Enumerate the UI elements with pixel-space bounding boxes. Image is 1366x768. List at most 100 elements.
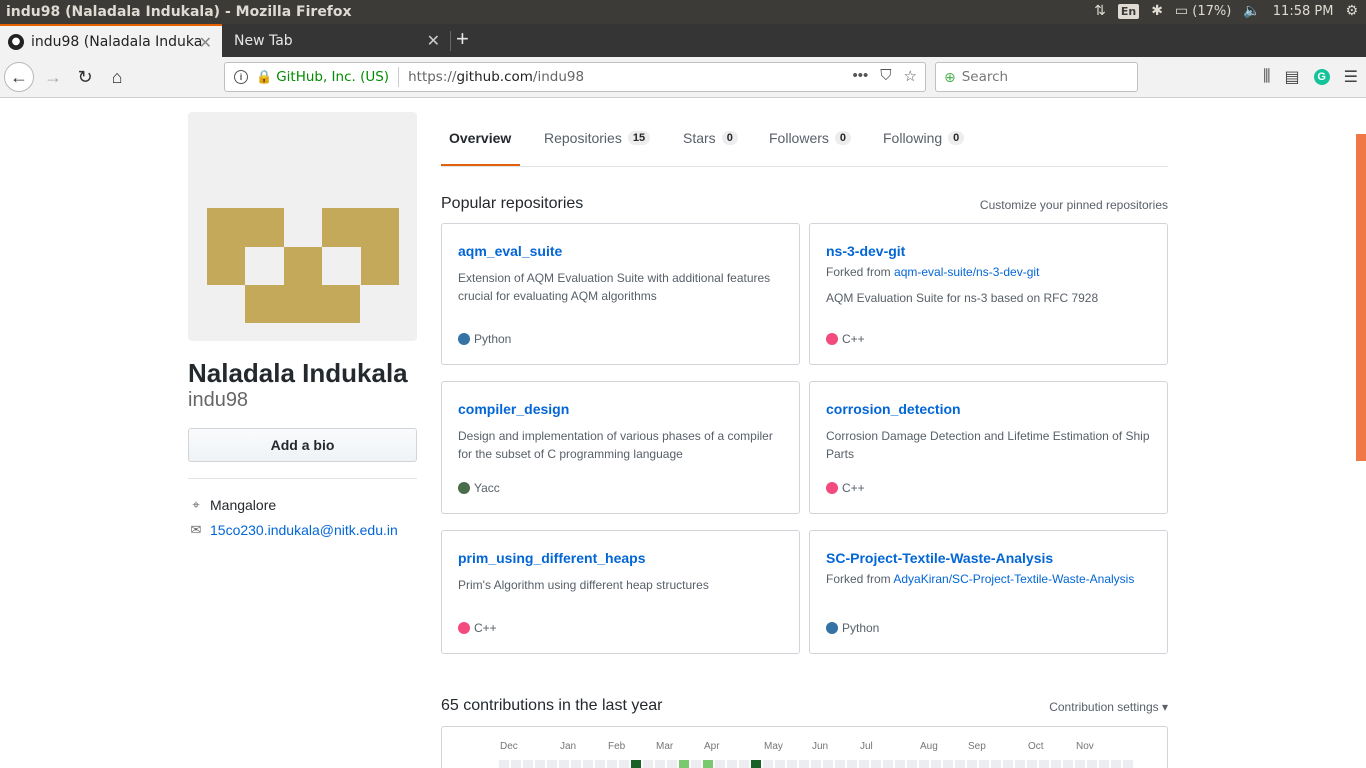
contribution-day-cell[interactable] xyxy=(763,760,773,768)
fork-source-link[interactable]: aqm-eval-suite/ns-3-dev-git xyxy=(894,265,1039,279)
customize-pinned-link[interactable]: Customize your pinned repositories xyxy=(980,198,1168,212)
tab-overview[interactable]: Overview xyxy=(449,130,511,146)
contribution-day-cell[interactable] xyxy=(991,760,1001,768)
contribution-day-cell[interactable] xyxy=(907,760,917,768)
contribution-day-cell[interactable] xyxy=(499,760,509,768)
contribution-day-cell[interactable] xyxy=(595,760,605,768)
contribution-day-cell[interactable] xyxy=(1087,760,1097,768)
contribution-day-cell[interactable] xyxy=(559,760,569,768)
repo-name-link[interactable]: aqm_eval_suite xyxy=(458,243,783,259)
back-arrow-icon[interactable]: ← xyxy=(4,62,34,92)
contribution-day-cell[interactable] xyxy=(979,760,989,768)
reload-icon[interactable]: ↻ xyxy=(70,62,100,92)
lock-icon[interactable]: 🔒 xyxy=(256,69,272,85)
contribution-day-cell[interactable] xyxy=(1099,760,1109,768)
bluetooth-icon[interactable]: ✱ xyxy=(1151,3,1163,19)
contribution-day-cell[interactable] xyxy=(967,760,977,768)
contribution-day-cell[interactable] xyxy=(691,760,701,768)
battery-indicator[interactable]: ▭ (17%) xyxy=(1175,3,1231,19)
tab-stars[interactable]: Stars 0 xyxy=(683,130,738,146)
volume-muted-icon[interactable]: 🔈 xyxy=(1243,3,1260,19)
contribution-settings-dropdown[interactable]: Contribution settings ▾ xyxy=(1049,700,1168,714)
search-box[interactable]: ⊕ xyxy=(935,62,1138,92)
email-link[interactable]: 15co230.indukala@nitk.edu.in xyxy=(210,522,398,538)
contribution-day-cell[interactable] xyxy=(895,760,905,768)
add-bio-button[interactable]: Add a bio xyxy=(188,428,417,462)
contribution-day-cell[interactable] xyxy=(631,760,641,768)
contribution-day-cell[interactable] xyxy=(751,760,761,768)
repo-name-link[interactable]: SC-Project-Textile-Waste-Analysis xyxy=(826,550,1151,566)
contribution-day-cell[interactable] xyxy=(583,760,593,768)
contribution-day-cell[interactable] xyxy=(871,760,881,768)
contribution-day-cell[interactable] xyxy=(715,760,725,768)
contribution-day-cell[interactable] xyxy=(535,760,545,768)
contribution-day-cell[interactable] xyxy=(655,760,665,768)
tab-new-tab[interactable]: New Tab ✕ xyxy=(222,24,450,57)
sidebar-icon[interactable]: ▤ xyxy=(1285,67,1300,87)
tab-github-profile[interactable]: ● indu98 (Naladala Induka ✕ xyxy=(0,24,222,57)
address-bar[interactable]: i 🔒 GitHub, Inc. (US) https://github.com… xyxy=(224,62,926,92)
contribution-day-cell[interactable] xyxy=(883,760,893,768)
more-actions-icon[interactable]: ••• xyxy=(853,67,869,85)
contribution-day-cell[interactable] xyxy=(523,760,533,768)
contribution-day-cell[interactable] xyxy=(1027,760,1037,768)
contribution-day-cell[interactable] xyxy=(859,760,869,768)
contribution-day-cell[interactable] xyxy=(619,760,629,768)
contribution-day-cell[interactable] xyxy=(679,760,689,768)
scrollbar-thumb[interactable] xyxy=(1356,134,1366,461)
hamburger-menu-icon[interactable]: ☰ xyxy=(1344,67,1358,87)
repo-name-link[interactable]: corrosion_detection xyxy=(826,401,1151,417)
contribution-day-cell[interactable] xyxy=(835,760,845,768)
avatar[interactable] xyxy=(188,112,417,341)
contribution-day-cell[interactable] xyxy=(547,760,557,768)
close-tab-icon[interactable]: ✕ xyxy=(199,33,212,52)
contribution-day-cell[interactable] xyxy=(643,760,653,768)
contribution-day-cell[interactable] xyxy=(571,760,581,768)
contribution-day-cell[interactable] xyxy=(727,760,737,768)
contribution-day-cell[interactable] xyxy=(1063,760,1073,768)
grammarly-extension-icon[interactable]: G xyxy=(1313,69,1330,85)
contribution-day-cell[interactable] xyxy=(1039,760,1049,768)
contribution-day-cell[interactable] xyxy=(1051,760,1061,768)
network-icon[interactable]: ⇅ xyxy=(1094,3,1106,19)
site-identity[interactable]: GitHub, Inc. (US) xyxy=(276,69,389,85)
tab-repositories[interactable]: Repositories 15 xyxy=(544,130,651,146)
contribution-day-cell[interactable] xyxy=(511,760,521,768)
home-icon[interactable]: ⌂ xyxy=(102,62,132,92)
search-engine-icon[interactable]: ⊕ xyxy=(944,69,956,86)
contribution-day-cell[interactable] xyxy=(775,760,785,768)
settings-gear-icon[interactable]: ⚙ xyxy=(1345,3,1358,19)
forward-arrow-icon[interactable]: → xyxy=(38,62,68,92)
fork-source-link[interactable]: AdyaKiran/SC-Project-Textile-Waste-Analy… xyxy=(893,572,1134,586)
repo-name-link[interactable]: prim_using_different_heaps xyxy=(458,550,783,566)
contribution-day-cell[interactable] xyxy=(739,760,749,768)
contribution-day-cell[interactable] xyxy=(943,760,953,768)
info-icon[interactable]: i xyxy=(234,70,248,84)
contribution-day-cell[interactable] xyxy=(1111,760,1121,768)
contribution-day-cell[interactable] xyxy=(823,760,833,768)
contribution-day-cell[interactable] xyxy=(667,760,677,768)
contribution-day-cell[interactable] xyxy=(811,760,821,768)
contribution-day-cell[interactable] xyxy=(607,760,617,768)
contribution-day-cell[interactable] xyxy=(799,760,809,768)
contribution-day-cell[interactable] xyxy=(1015,760,1025,768)
contribution-day-cell[interactable] xyxy=(931,760,941,768)
contribution-day-cell[interactable] xyxy=(1123,760,1133,768)
search-input[interactable] xyxy=(961,69,1122,85)
tab-following[interactable]: Following 0 xyxy=(883,130,965,146)
contribution-day-cell[interactable] xyxy=(787,760,797,768)
library-icon[interactable]: ⫼ xyxy=(1263,68,1270,86)
pocket-icon[interactable]: ⛉ xyxy=(880,67,891,85)
clock[interactable]: 11:58 PM xyxy=(1273,4,1334,19)
repo-name-link[interactable]: ns-3-dev-git xyxy=(826,243,1151,259)
contribution-day-cell[interactable] xyxy=(703,760,713,768)
contribution-day-cell[interactable] xyxy=(1003,760,1013,768)
bookmark-star-icon[interactable]: ☆ xyxy=(904,67,917,85)
contribution-day-cell[interactable] xyxy=(919,760,929,768)
contribution-day-cell[interactable] xyxy=(955,760,965,768)
contribution-day-cell[interactable] xyxy=(1075,760,1085,768)
keyboard-language-indicator[interactable]: En xyxy=(1117,3,1140,19)
new-tab-plus-icon[interactable]: + xyxy=(456,28,469,50)
repo-name-link[interactable]: compiler_design xyxy=(458,401,783,417)
url-text[interactable]: https://github.com/indu98 xyxy=(408,69,584,85)
